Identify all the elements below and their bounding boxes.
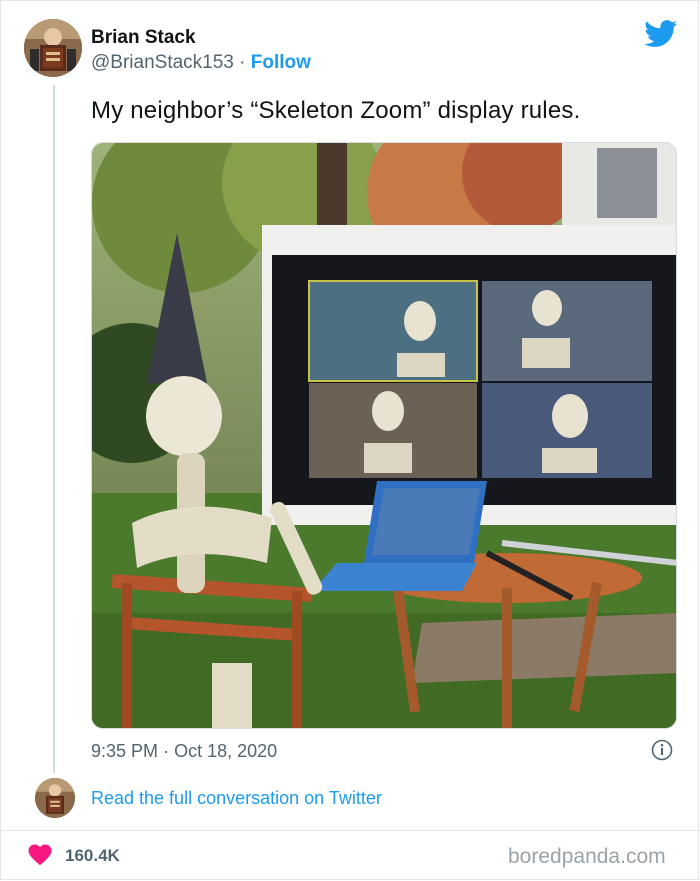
author-name[interactable]: Brian Stack: [91, 27, 196, 49]
follow-button[interactable]: Follow: [251, 52, 311, 73]
tweet-time[interactable]: 9:35 PM: [91, 741, 158, 761]
timestamp-separator: ·: [163, 741, 170, 761]
author-handle-row: @BrianStack153 · Follow: [91, 52, 311, 74]
heart-icon[interactable]: [28, 844, 52, 871]
handle-separator: ·: [239, 52, 246, 73]
thread-line: [53, 85, 55, 773]
twitter-bird-icon[interactable]: [644, 20, 678, 53]
author-handle[interactable]: @BrianStack153: [91, 52, 234, 73]
footer-divider: [1, 830, 700, 831]
like-count: 160.4K: [65, 846, 120, 865]
reply-avatar[interactable]: [35, 778, 75, 818]
tweet-timestamp[interactable]: 9:35 PM · Oct 18, 2020: [91, 741, 277, 762]
tweet-card: Brian Stack @BrianStack153 · Follow My n…: [0, 0, 700, 880]
info-icon[interactable]: [651, 739, 673, 766]
tweet-date[interactable]: Oct 18, 2020: [174, 741, 277, 761]
tweet-photo[interactable]: [91, 142, 677, 729]
read-conversation-link[interactable]: Read the full conversation on Twitter: [91, 788, 382, 809]
tweet-text: My neighbor’s “Skeleton Zoom” display ru…: [91, 97, 581, 124]
author-avatar[interactable]: [24, 19, 82, 77]
brand-watermark: boredpanda.com: [508, 845, 666, 868]
